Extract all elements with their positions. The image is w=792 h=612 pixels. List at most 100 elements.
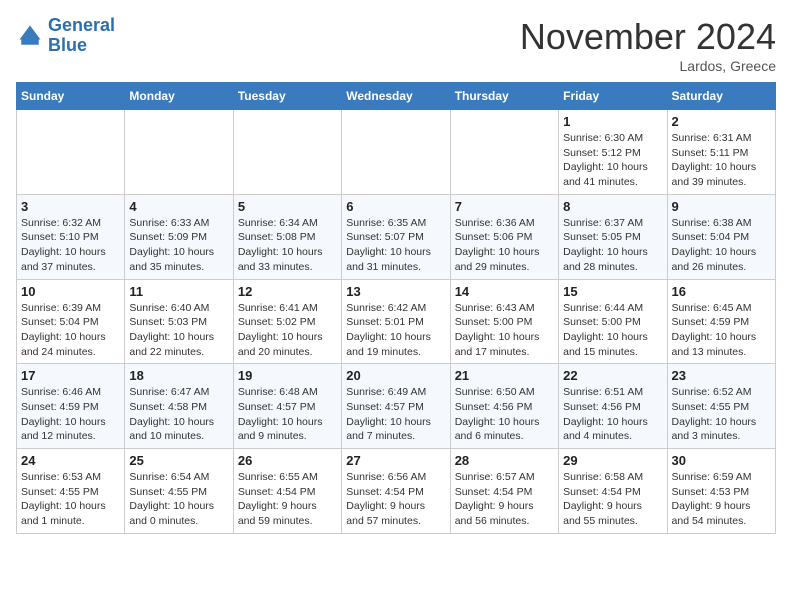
week-row-2: 3Sunrise: 6:32 AMSunset: 5:10 PMDaylight… xyxy=(17,194,776,279)
day-info: Sunrise: 6:42 AMSunset: 5:01 PMDaylight:… xyxy=(346,301,445,360)
weekday-header-wednesday: Wednesday xyxy=(342,83,450,110)
daylight-hours: Daylight: 10 hours xyxy=(455,416,540,428)
daylight-hours: Daylight: 9 hours xyxy=(238,500,317,512)
calendar-cell: 25 Sunrise: 6:54 AMSunset: 4:55 PMDayligh… xyxy=(125,449,233,534)
day-info: Sunrise: 6:50 AMSunset: 4:56 PMDaylight:… xyxy=(455,385,554,444)
day-info: Sunrise: 6:55 AMSunset: 4:54 PMDaylight:… xyxy=(238,470,337,529)
calendar-cell: 20Sunrise: 6:49 AMSunset: 4:57 PMDayligh… xyxy=(342,364,450,449)
day-number: 9 xyxy=(672,199,771,214)
logo-line1: General xyxy=(48,16,115,36)
day-info: Sunrise: 6:56 AMSunset: 4:54 PMDaylight:… xyxy=(346,470,445,529)
day-info: Sunrise: 6:44 AMSunset: 5:00 PMDaylight:… xyxy=(563,301,662,360)
day-number: 14 xyxy=(455,284,554,299)
location: Lardos, Greece xyxy=(520,58,776,74)
daylight-hours: Daylight: 10 hours xyxy=(563,416,648,428)
calendar-cell xyxy=(450,110,558,195)
daylight-hours: Daylight: 10 hours xyxy=(129,416,214,428)
day-number: 27 xyxy=(346,453,445,468)
daylight-hours: Daylight: 10 hours xyxy=(346,416,431,428)
day-number: 1 xyxy=(563,114,662,129)
day-info: Sunrise: 6:31 AMSunset: 5:11 PMDaylight:… xyxy=(672,131,771,190)
calendar-body: 1Sunrise: 6:30 AMSunset: 5:12 PMDaylight… xyxy=(17,110,776,534)
daylight-hours: Daylight: 10 hours xyxy=(455,331,540,343)
day-number: 3 xyxy=(21,199,120,214)
weekday-header-row: SundayMondayTuesdayWednesdayThursdayFrid… xyxy=(17,83,776,110)
day-info: Sunrise: 6:57 AMSunset: 4:54 PMDaylight:… xyxy=(455,470,554,529)
daylight-hours: Daylight: 10 hours xyxy=(455,246,540,258)
day-number: 25 xyxy=(129,453,228,468)
calendar-cell: 24 Sunrise: 6:53 AMSunset: 4:55 PMDayligh… xyxy=(17,449,125,534)
weekday-header-saturday: Saturday xyxy=(667,83,775,110)
day-info: Sunrise: 6:47 AMSunset: 4:58 PMDaylight:… xyxy=(129,385,228,444)
day-info: Sunrise: 6:49 AMSunset: 4:57 PMDaylight:… xyxy=(346,385,445,444)
daylight-hours: Daylight: 10 hours xyxy=(563,246,648,258)
day-info: Sunrise: 6:34 AMSunset: 5:08 PMDaylight:… xyxy=(238,216,337,275)
day-number: 6 xyxy=(346,199,445,214)
title-area: November 2024 Lardos, Greece xyxy=(520,16,776,74)
day-info: Sunrise: 6:54 AMSunset: 4:55 PMDaylight:… xyxy=(129,470,228,529)
logo-line2: Blue xyxy=(48,36,115,56)
daylight-hours: Daylight: 10 hours xyxy=(672,246,757,258)
day-number: 18 xyxy=(129,368,228,383)
daylight-hours: Daylight: 9 hours xyxy=(672,500,751,512)
calendar-cell: 1Sunrise: 6:30 AMSunset: 5:12 PMDaylight… xyxy=(559,110,667,195)
day-info: Sunrise: 6:46 AMSunset: 4:59 PMDaylight:… xyxy=(21,385,120,444)
day-info: Sunrise: 6:43 AMSunset: 5:00 PMDaylight:… xyxy=(455,301,554,360)
day-info: Sunrise: 6:51 AMSunset: 4:56 PMDaylight:… xyxy=(563,385,662,444)
week-row-4: 17 Sunrise: 6:46 AMSunset: 4:59 PMDayligh… xyxy=(17,364,776,449)
daylight-hours: Daylight: 10 hours xyxy=(129,500,214,512)
daylight-hours: Daylight: 10 hours xyxy=(346,246,431,258)
weekday-header-tuesday: Tuesday xyxy=(233,83,341,110)
day-number: 4 xyxy=(129,199,228,214)
calendar-cell: 16Sunrise: 6:45 AMSunset: 4:59 PMDayligh… xyxy=(667,279,775,364)
calendar-cell xyxy=(233,110,341,195)
daylight-hours: Daylight: 10 hours xyxy=(129,331,214,343)
day-number: 26 xyxy=(238,453,337,468)
daylight-hours: Daylight: 10 hours xyxy=(238,416,323,428)
calendar-cell: 19 Sunrise: 6:48 AMSunset: 4:57 PMDayligh… xyxy=(233,364,341,449)
daylight-hours: Daylight: 10 hours xyxy=(563,161,648,173)
calendar-cell xyxy=(125,110,233,195)
day-info: Sunrise: 6:40 AMSunset: 5:03 PMDaylight:… xyxy=(129,301,228,360)
day-number: 12 xyxy=(238,284,337,299)
day-number: 10 xyxy=(21,284,120,299)
day-number: 17 xyxy=(21,368,120,383)
calendar-cell: 2Sunrise: 6:31 AMSunset: 5:11 PMDaylight… xyxy=(667,110,775,195)
day-number: 29 xyxy=(563,453,662,468)
daylight-hours: Daylight: 9 hours xyxy=(346,500,425,512)
month-title: November 2024 xyxy=(520,16,776,58)
calendar-cell: 6 Sunrise: 6:35 AMSunset: 5:07 PMDaylight… xyxy=(342,194,450,279)
calendar-cell: 23Sunrise: 6:52 AMSunset: 4:55 PMDayligh… xyxy=(667,364,775,449)
day-number: 19 xyxy=(238,368,337,383)
weekday-header-monday: Monday xyxy=(125,83,233,110)
calendar-cell: 27 Sunrise: 6:56 AMSunset: 4:54 PMDayligh… xyxy=(342,449,450,534)
daylight-hours: Daylight: 10 hours xyxy=(21,246,106,258)
day-number: 15 xyxy=(563,284,662,299)
logo: General Blue xyxy=(16,16,115,56)
day-info: Sunrise: 6:35 AMSunset: 5:07 PMDaylight:… xyxy=(346,216,445,275)
weekday-header-thursday: Thursday xyxy=(450,83,558,110)
daylight-hours: Daylight: 10 hours xyxy=(21,331,106,343)
day-info: Sunrise: 6:58 AMSunset: 4:54 PMDaylight:… xyxy=(563,470,662,529)
day-info: Sunrise: 6:48 AMSunset: 4:57 PMDaylight:… xyxy=(238,385,337,444)
day-number: 22 xyxy=(563,368,662,383)
weekday-header-friday: Friday xyxy=(559,83,667,110)
day-number: 30 xyxy=(672,453,771,468)
daylight-hours: Daylight: 10 hours xyxy=(238,331,323,343)
day-info: Sunrise: 6:53 AMSunset: 4:55 PMDaylight:… xyxy=(21,470,120,529)
day-info: Sunrise: 6:38 AMSunset: 5:04 PMDaylight:… xyxy=(672,216,771,275)
calendar-cell xyxy=(342,110,450,195)
day-info: Sunrise: 6:41 AMSunset: 5:02 PMDaylight:… xyxy=(238,301,337,360)
day-number: 24 xyxy=(21,453,120,468)
daylight-hours: Daylight: 10 hours xyxy=(672,416,757,428)
day-number: 11 xyxy=(129,284,228,299)
week-row-5: 24 Sunrise: 6:53 AMSunset: 4:55 PMDayligh… xyxy=(17,449,776,534)
daylight-hours: Daylight: 9 hours xyxy=(455,500,534,512)
calendar-cell: 9 Sunrise: 6:38 AMSunset: 5:04 PMDaylight… xyxy=(667,194,775,279)
calendar-cell: 18 Sunrise: 6:47 AMSunset: 4:58 PMDayligh… xyxy=(125,364,233,449)
daylight-hours: Daylight: 10 hours xyxy=(129,246,214,258)
weekday-header-sunday: Sunday xyxy=(17,83,125,110)
calendar-cell: 28Sunrise: 6:57 AMSunset: 4:54 PMDayligh… xyxy=(450,449,558,534)
calendar-cell: 14 Sunrise: 6:43 AMSunset: 5:00 PMDayligh… xyxy=(450,279,558,364)
daylight-hours: Daylight: 10 hours xyxy=(21,500,106,512)
